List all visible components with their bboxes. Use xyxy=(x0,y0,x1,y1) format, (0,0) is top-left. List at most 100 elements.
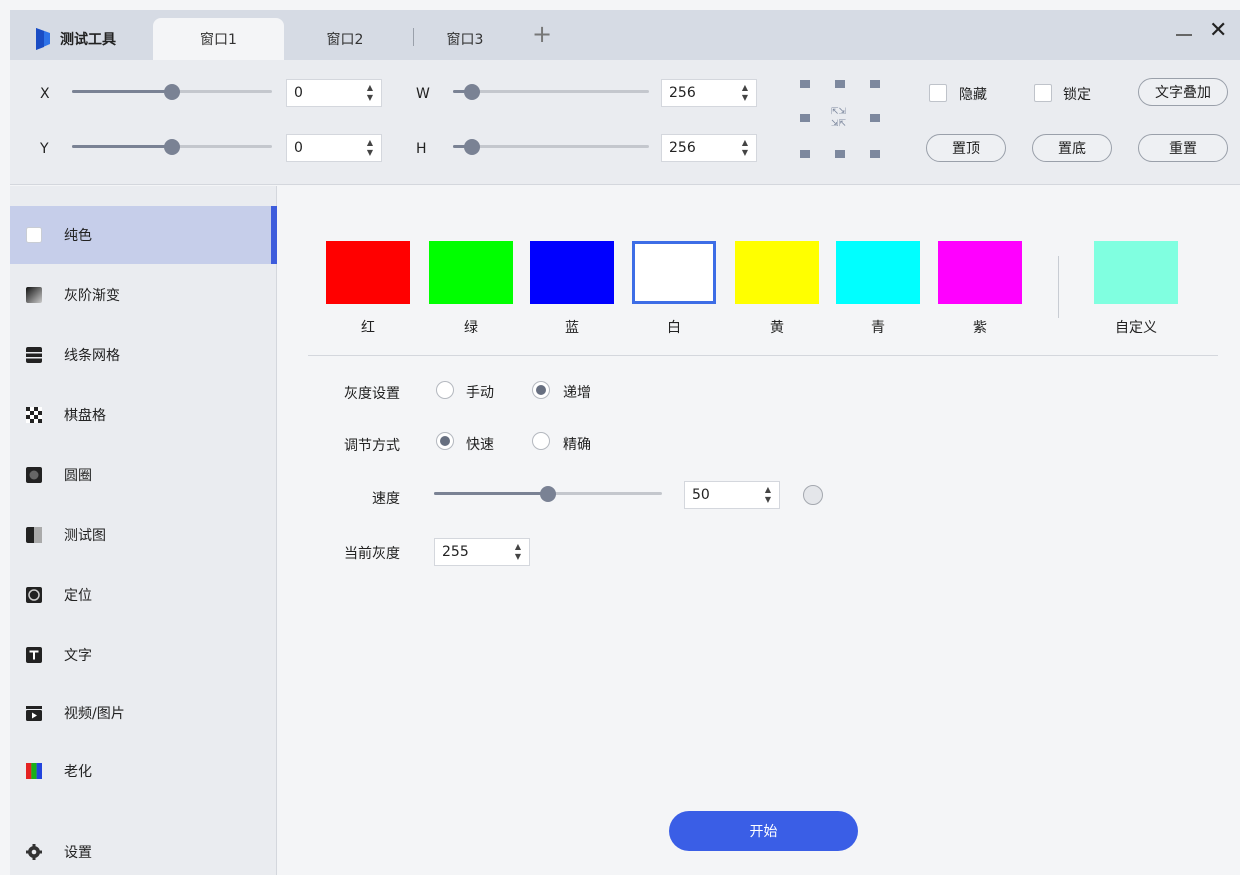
anchor-bottom-right[interactable] xyxy=(870,150,880,158)
y-label: Y xyxy=(40,141,49,157)
sidebar-item-aging[interactable]: 老化 xyxy=(10,742,277,800)
minimize-icon[interactable] xyxy=(1176,34,1192,36)
gear-icon xyxy=(26,844,42,860)
swatch-label: 白 xyxy=(667,320,681,336)
speed-value: 50 xyxy=(692,487,710,503)
close-icon[interactable]: ✕ xyxy=(1209,20,1227,42)
tab-separator xyxy=(413,28,414,46)
sidebar-item-positioning[interactable]: 定位 xyxy=(10,566,277,624)
anchor-middle-right[interactable] xyxy=(870,114,880,122)
sidebar-item-gray-gradient[interactable]: 灰阶渐变 xyxy=(10,266,277,324)
swatch-red[interactable] xyxy=(326,241,410,304)
swatch-white[interactable] xyxy=(632,241,716,304)
tab-window-3[interactable]: 窗口3 xyxy=(425,18,505,60)
swatch-magenta[interactable] xyxy=(938,241,1022,304)
tab-label: 窗口3 xyxy=(446,32,484,48)
lock-label: 锁定 xyxy=(1063,87,1091,103)
spin-arrows-icon[interactable]: ▲ ▼ xyxy=(367,138,373,158)
gradient-icon xyxy=(26,287,42,303)
sidebar-item-checkerboard[interactable]: 棋盘格 xyxy=(10,386,277,444)
bring-to-top-button[interactable]: 置顶 xyxy=(926,134,1006,162)
sidebar-item-label: 棋盘格 xyxy=(64,408,106,424)
hide-checkbox[interactable] xyxy=(929,84,947,102)
start-button[interactable]: 开始 xyxy=(669,811,858,851)
slider-knob[interactable] xyxy=(464,139,480,155)
aging-bars-icon xyxy=(26,763,42,779)
x-slider[interactable] xyxy=(72,84,272,100)
sidebar-item-label: 文字 xyxy=(64,648,92,664)
sidebar-item-label: 圆圈 xyxy=(64,468,92,484)
h-spinbox[interactable]: 256 ▲ ▼ xyxy=(661,134,757,162)
swatch-green[interactable] xyxy=(429,241,513,304)
anchor-grid[interactable]: ⇱⇲ ⇲⇱ xyxy=(798,80,882,160)
radio-fast[interactable] xyxy=(436,432,454,450)
slider-knob[interactable] xyxy=(164,139,180,155)
swatch-blue[interactable] xyxy=(530,241,614,304)
speed-spinbox[interactable]: 50 ▲ ▼ xyxy=(684,481,780,509)
swatch-label: 紫 xyxy=(973,320,987,336)
swatch-cyan[interactable] xyxy=(836,241,920,304)
lock-checkbox[interactable] xyxy=(1034,84,1052,102)
anchor-top-left[interactable] xyxy=(800,80,810,88)
sidebar-item-label: 灰阶渐变 xyxy=(64,288,120,304)
radio-manual[interactable] xyxy=(436,381,454,399)
sidebar-item-circle[interactable]: 圆圈 xyxy=(10,446,277,504)
sidebar-item-solid-color[interactable]: 纯色 xyxy=(10,206,277,264)
anchor-top-center[interactable] xyxy=(835,80,845,88)
anchor-middle-left[interactable] xyxy=(800,114,810,122)
current-gray-spinbox[interactable]: 255 ▲ ▼ xyxy=(434,538,530,566)
slider-knob[interactable] xyxy=(464,84,480,100)
w-spinbox[interactable]: 256 ▲ ▼ xyxy=(661,79,757,107)
swatch-label: 蓝 xyxy=(565,320,579,336)
speed-slider[interactable] xyxy=(434,486,662,502)
anchor-bottom-left[interactable] xyxy=(800,150,810,158)
slider-knob[interactable] xyxy=(164,84,180,100)
spin-arrows-icon[interactable]: ▲ ▼ xyxy=(515,542,521,562)
sidebar-item-text[interactable]: 文字 xyxy=(10,626,277,684)
spin-arrows-icon[interactable]: ▲ ▼ xyxy=(367,83,373,103)
swatch-custom[interactable] xyxy=(1094,241,1178,304)
add-tab-icon[interactable]: + xyxy=(532,22,552,46)
speed-indicator xyxy=(803,485,823,505)
toolbar xyxy=(10,60,1240,185)
w-label: W xyxy=(416,86,430,102)
w-slider[interactable] xyxy=(453,84,649,100)
current-gray-value: 255 xyxy=(442,544,469,560)
x-label: X xyxy=(40,86,50,102)
sidebar-item-settings[interactable]: 设置 xyxy=(10,823,277,875)
text-overlay-button[interactable]: 文字叠加 xyxy=(1138,78,1228,106)
x-spinbox[interactable]: 0 ▲ ▼ xyxy=(286,79,382,107)
swatch-yellow[interactable] xyxy=(735,241,819,304)
sidebar-item-video-image[interactable]: 视频/图片 xyxy=(10,684,277,742)
h-label: H xyxy=(416,141,427,157)
anchor-top-right[interactable] xyxy=(870,80,880,88)
adjust-mode-label: 调节方式 xyxy=(344,438,400,454)
radio-precise[interactable] xyxy=(532,432,550,450)
spin-arrows-icon[interactable]: ▲ ▼ xyxy=(742,138,748,158)
radio-label: 递增 xyxy=(563,385,591,401)
slider-knob[interactable] xyxy=(540,486,556,502)
tab-window-1[interactable]: 窗口1 xyxy=(153,18,284,60)
spin-arrows-icon[interactable]: ▲ ▼ xyxy=(742,83,748,103)
collapse-icon[interactable]: ⇲⇱ xyxy=(831,120,846,129)
sidebar-item-test-pattern[interactable]: 测试图 xyxy=(10,506,277,564)
send-to-bottom-button[interactable]: 置底 xyxy=(1032,134,1112,162)
current-gray-label: 当前灰度 xyxy=(344,546,400,562)
radio-increment[interactable] xyxy=(532,381,550,399)
spin-arrows-icon[interactable]: ▲ ▼ xyxy=(765,485,771,505)
reset-button[interactable]: 重置 xyxy=(1138,134,1228,162)
y-spinbox[interactable]: 0 ▲ ▼ xyxy=(286,134,382,162)
sidebar-item-line-grid[interactable]: 线条网格 xyxy=(10,326,277,384)
h-slider[interactable] xyxy=(453,139,649,155)
swatch-label: 黄 xyxy=(770,320,784,336)
y-slider[interactable] xyxy=(72,139,272,155)
sidebar-item-label: 定位 xyxy=(64,588,92,604)
checkerboard-icon xyxy=(26,407,42,423)
anchor-bottom-center[interactable] xyxy=(835,150,845,158)
tab-label: 窗口1 xyxy=(200,32,237,48)
y-value: 0 xyxy=(294,140,303,156)
h-value: 256 xyxy=(669,140,696,156)
tab-window-2[interactable]: 窗口2 xyxy=(300,18,390,60)
expand-icon[interactable]: ⇱⇲ xyxy=(831,108,846,117)
sidebar-item-label: 测试图 xyxy=(64,528,106,544)
